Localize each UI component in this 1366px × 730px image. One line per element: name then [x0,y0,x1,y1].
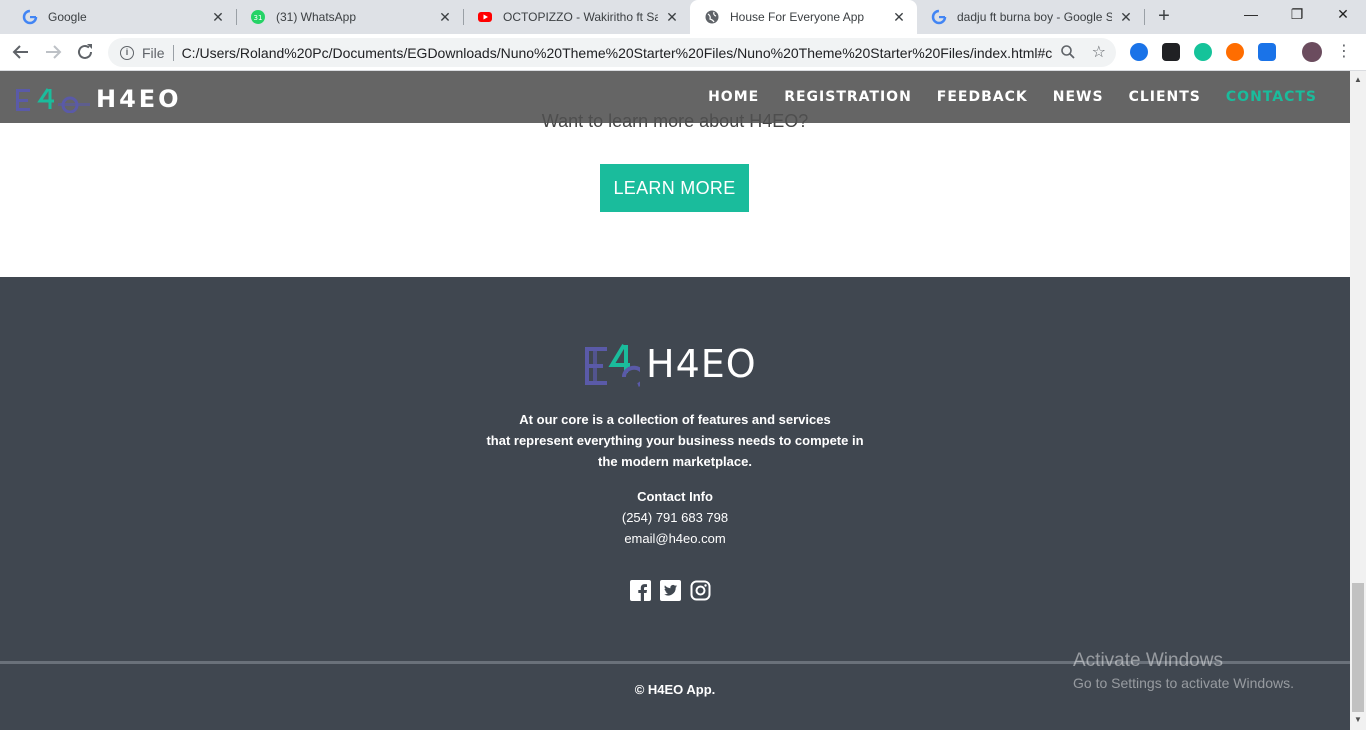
nav-contacts[interactable]: CONTACTS [1226,89,1317,105]
footer-brand: H4EO [584,341,757,387]
extension-icon[interactable] [1130,43,1148,61]
info-icon[interactable]: i [120,45,134,60]
tab-google-search[interactable]: dadju ft burna boy - Google Se ✕ [917,0,1144,34]
main-menu: HOME REGISTRATION FEEDBACK NEWS CLIENTS … [683,89,1317,105]
tab-house-for-everyone[interactable]: House For Everyone App ✕ [690,0,917,34]
page-viewport: H4EO HOME REGISTRATION FEEDBACK NEWS CLI… [0,71,1350,730]
scroll-up-arrow-icon[interactable]: ▲ [1354,75,1362,84]
minimize-button[interactable]: — [1228,0,1274,30]
close-icon[interactable]: ✕ [210,9,226,25]
address-scheme: File [142,44,174,61]
site-brand[interactable]: H4EO [14,85,182,113]
close-icon[interactable]: ✕ [437,9,453,25]
h4eo-logo-icon [16,88,90,113]
profile-avatar[interactable] [1302,42,1322,62]
tab-title: House For Everyone App [730,10,865,24]
instagram-icon[interactable] [690,580,711,601]
close-icon[interactable]: ✕ [891,9,907,25]
twitter-icon[interactable] [660,580,681,601]
arrow-left-icon [12,45,28,59]
close-icon[interactable]: ✕ [664,9,680,25]
close-icon[interactable]: ✕ [1118,9,1134,25]
tab-google[interactable]: Google ✕ [8,0,236,34]
nav-news[interactable]: NEWS [1053,89,1104,105]
whatsapp-icon: 31 [250,9,266,25]
bookmark-star-icon[interactable]: ☆ [1092,42,1106,62]
grammarly-icon[interactable] [1194,43,1212,61]
browser-toolbar: i File C:/Users/Roland%20Pc/Documents/EG… [0,34,1366,71]
tab-title: dadju ft burna boy - Google Se [957,10,1112,24]
scrollbar-thumb[interactable] [1352,583,1364,712]
restore-button[interactable]: ❐ [1274,0,1320,30]
site-navbar: H4EO HOME REGISTRATION FEEDBACK NEWS CLI… [0,71,1350,123]
contact-heading: Contact Info [637,489,713,504]
footer-desc-line: At our core is a collection of features … [519,412,831,427]
watermark-title: Activate Windows [1073,650,1223,671]
google-icon [931,9,947,25]
footer-contact-info: Contact Info (254) 791 683 798 email@h4e… [0,486,1350,549]
nav-home[interactable]: HOME [708,89,759,105]
extension-icon[interactable] [1162,43,1180,61]
scroll-down-arrow-icon[interactable]: ▼ [1354,715,1362,724]
browser-tab-strip: Google ✕ 31 (31) WhatsApp ✕ OCTOPIZZO - … [0,0,1366,34]
address-bar[interactable]: i File C:/Users/Roland%20Pc/Documents/EG… [108,38,1116,67]
forward-button[interactable] [41,40,65,64]
learn-more-button[interactable]: LEARN MORE [600,164,749,212]
tab-divider [1144,9,1145,25]
brand-text: H4EO [96,85,182,113]
h4eo-logo-icon [585,343,640,387]
windows-activation-watermark: Activate Windows Go to Settings to activ… [1073,650,1294,691]
globe-icon [704,9,720,25]
youtube-icon [477,9,493,25]
watermark-subtitle: Go to Settings to activate Windows. [1073,675,1294,691]
footer-desc-line: that represent everything your business … [486,433,864,448]
back-button[interactable] [9,40,33,64]
nav-feedback[interactable]: FEEDBACK [937,89,1028,105]
contact-phone: (254) 791 683 798 [621,510,729,525]
nav-clients[interactable]: CLIENTS [1129,89,1201,105]
menu-kebab-icon[interactable]: ⋮ [1336,43,1352,61]
tab-whatsapp[interactable]: 31 (31) WhatsApp ✕ [236,0,463,34]
extension-icon[interactable] [1226,43,1244,61]
footer-brand-text: H4EO [646,342,757,386]
reload-icon [78,44,92,59]
footer-desc-line: the modern marketplace. [598,454,752,469]
svg-text:31: 31 [254,14,263,22]
contact-email[interactable]: email@h4eo.com [0,528,1350,549]
close-window-button[interactable]: ✕ [1320,0,1366,30]
reload-button[interactable] [73,40,97,64]
tab-title: (31) WhatsApp [276,10,357,24]
facebook-icon[interactable] [630,580,651,601]
extension-icon[interactable] [1258,43,1276,61]
google-icon [22,9,38,25]
page-scrollbar[interactable]: ▲ ▼ [1350,71,1366,730]
tab-title: Google [48,10,87,24]
social-links [630,580,720,601]
address-url[interactable]: C:/Users/Roland%20Pc/Documents/EGDownloa… [182,45,1052,61]
zoom-icon[interactable] [1060,44,1076,63]
arrow-right-icon [46,45,62,59]
tab-title: OCTOPIZZO - Wakiritho ft Sailo [503,10,658,24]
tab-youtube[interactable]: OCTOPIZZO - Wakiritho ft Sailo ✕ [463,0,690,34]
nav-registration[interactable]: REGISTRATION [784,89,912,105]
new-tab-button[interactable]: + [1154,6,1174,27]
footer-description: At our core is a collection of features … [0,409,1350,472]
